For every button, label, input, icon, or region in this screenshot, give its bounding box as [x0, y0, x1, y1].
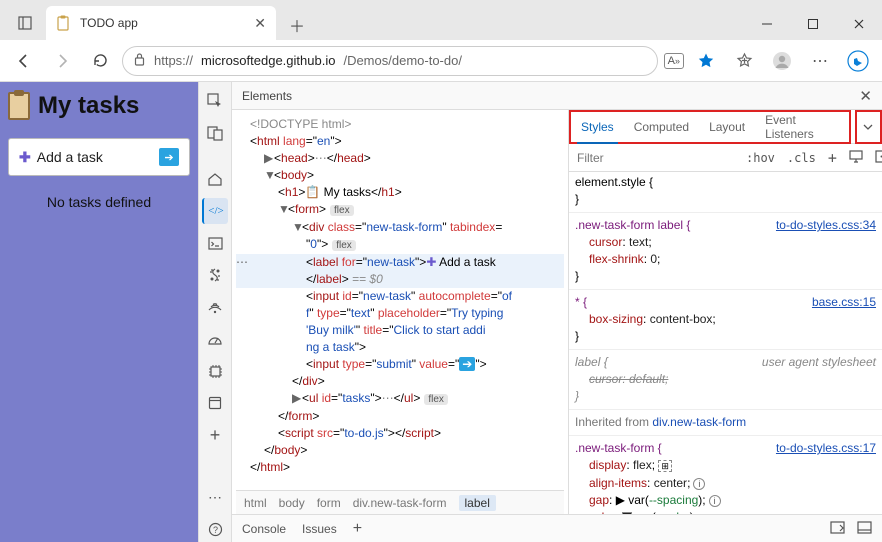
app-heading: My tasks: [8, 92, 190, 120]
tab-title: TODO app: [80, 16, 246, 30]
style-rules[interactable]: element.style { } .new-task-form label {…: [569, 172, 882, 514]
maximize-button[interactable]: [790, 8, 836, 40]
devtools-panel: Elements ✕ <!DOCTYPE html> <html lang="e…: [232, 82, 882, 542]
source-link[interactable]: base.css:15: [812, 294, 876, 311]
close-devtools-button[interactable]: ✕: [859, 87, 872, 105]
sources-tool[interactable]: [202, 262, 228, 288]
new-tab-button[interactable]: ＋: [282, 10, 312, 40]
browser-tab[interactable]: TODO app ✕: [46, 6, 276, 40]
window-controls: [744, 8, 882, 40]
help-button[interactable]: ?: [202, 516, 228, 542]
address-bar[interactable]: https:// microsoftedge.github.io/Demos/de…: [122, 46, 658, 76]
refresh-button[interactable]: [84, 45, 116, 77]
svg-text:?: ?: [212, 525, 217, 535]
window-titlebar: TODO app ✕ ＋: [0, 0, 882, 40]
reading-mode-button[interactable]: A»: [664, 53, 684, 69]
url-scheme: https://: [154, 53, 193, 68]
empty-state-text: No tasks defined: [8, 194, 190, 210]
url-host: microsoftedge.github.io: [201, 53, 335, 68]
highlighted-tabs-region: Styles Computed Layout Event Listeners: [569, 110, 851, 144]
breadcrumb-item[interactable]: body: [279, 496, 305, 510]
styles-sidebar: Styles Computed Layout Event Listeners :…: [568, 110, 882, 514]
close-icon[interactable]: ✕: [254, 15, 266, 32]
profile-button[interactable]: [766, 45, 798, 77]
collections-button[interactable]: [728, 45, 760, 77]
url-path: /Demos/demo-to-do/: [343, 53, 462, 68]
browser-toolbar: https:// microsoftedge.github.io/Demos/de…: [0, 40, 882, 82]
clipboard-icon: [8, 92, 30, 120]
breadcrumb-item[interactable]: div.new-task-form: [353, 496, 447, 510]
console-drawer: Console Issues +: [232, 514, 882, 542]
panel-title: Elements: [242, 89, 859, 103]
console-tab[interactable]: Console: [242, 522, 286, 536]
more-tabs-button[interactable]: [855, 110, 882, 144]
breadcrumb-item[interactable]: html: [244, 496, 267, 510]
tab-computed[interactable]: Computed: [624, 111, 699, 143]
breadcrumb-item[interactable]: form: [317, 496, 341, 510]
add-task-button[interactable]: ✚ Add a task ➔: [8, 138, 190, 176]
forward-button[interactable]: [46, 45, 78, 77]
more-button[interactable]: ⋯: [804, 45, 836, 77]
collapse-drawer-button[interactable]: [857, 521, 872, 537]
minimize-button[interactable]: [744, 8, 790, 40]
source-link[interactable]: to-do-styles.css:17: [776, 440, 876, 457]
plus-icon: ✚: [19, 149, 31, 166]
submit-arrow-icon[interactable]: ➔: [159, 148, 179, 166]
issues-tab[interactable]: Issues: [302, 522, 337, 536]
tab-styles[interactable]: Styles: [571, 111, 624, 143]
filter-input[interactable]: [569, 151, 740, 165]
back-button[interactable]: [8, 45, 40, 77]
close-window-button[interactable]: [836, 8, 882, 40]
browser-tabstrip: TODO app ✕ ＋: [8, 0, 744, 40]
dom-tree[interactable]: <!DOCTYPE html> <html lang="en"> ▶<head>…: [236, 116, 564, 490]
welcome-tool[interactable]: [202, 166, 228, 192]
add-task-label: Add a task: [37, 149, 103, 165]
inspect-tool[interactable]: [202, 88, 228, 114]
elements-tree-panel[interactable]: <!DOCTYPE html> <html lang="en"> ▶<head>…: [232, 110, 568, 514]
network-tool[interactable]: [202, 294, 228, 320]
breadcrumb[interactable]: html body form div.new-task-form label: [236, 490, 564, 514]
styles-toolbar: :hov .cls +: [569, 144, 882, 172]
breadcrumb-item-active[interactable]: label: [459, 495, 496, 511]
more-styles-button[interactable]: [869, 150, 882, 166]
add-tool-button[interactable]: +: [202, 422, 228, 448]
add-drawer-tab[interactable]: +: [353, 520, 362, 538]
tab-event-listeners[interactable]: Event Listeners: [755, 111, 849, 143]
selected-dom-node[interactable]: ⋯<label for="new-task">✚ Add a task: [236, 254, 564, 271]
bing-button[interactable]: [842, 45, 874, 77]
cls-button[interactable]: .cls: [781, 151, 822, 165]
tab-layout[interactable]: Layout: [699, 111, 755, 143]
app-title-text: My tasks: [38, 92, 139, 120]
hov-button[interactable]: :hov: [740, 151, 781, 165]
styles-tabstrip: Styles Computed Layout Event Listeners: [569, 110, 882, 144]
devtools-activity-bar: </> + ⋯ ?: [198, 82, 232, 542]
device-styles-button[interactable]: [843, 150, 869, 166]
application-tool[interactable]: [202, 390, 228, 416]
favorite-button[interactable]: [690, 45, 722, 77]
console-tool[interactable]: [202, 230, 228, 256]
tab-actions-button[interactable]: [8, 6, 42, 40]
clipboard-icon: [56, 15, 72, 31]
drawer-icon[interactable]: [830, 521, 845, 537]
source-link[interactable]: to-do-styles.css:34: [776, 217, 876, 234]
devtools-header: Elements ✕: [232, 82, 882, 110]
more-tools-button[interactable]: ⋯: [202, 484, 228, 510]
new-rule-button[interactable]: +: [822, 149, 843, 167]
todo-app: My tasks ✚ Add a task ➔ No tasks defined: [0, 82, 198, 542]
device-toolbar-tool[interactable]: [202, 120, 228, 146]
lock-icon: [133, 52, 146, 69]
elements-tool[interactable]: </>: [202, 198, 228, 224]
performance-tool[interactable]: [202, 326, 228, 352]
memory-tool[interactable]: [202, 358, 228, 384]
